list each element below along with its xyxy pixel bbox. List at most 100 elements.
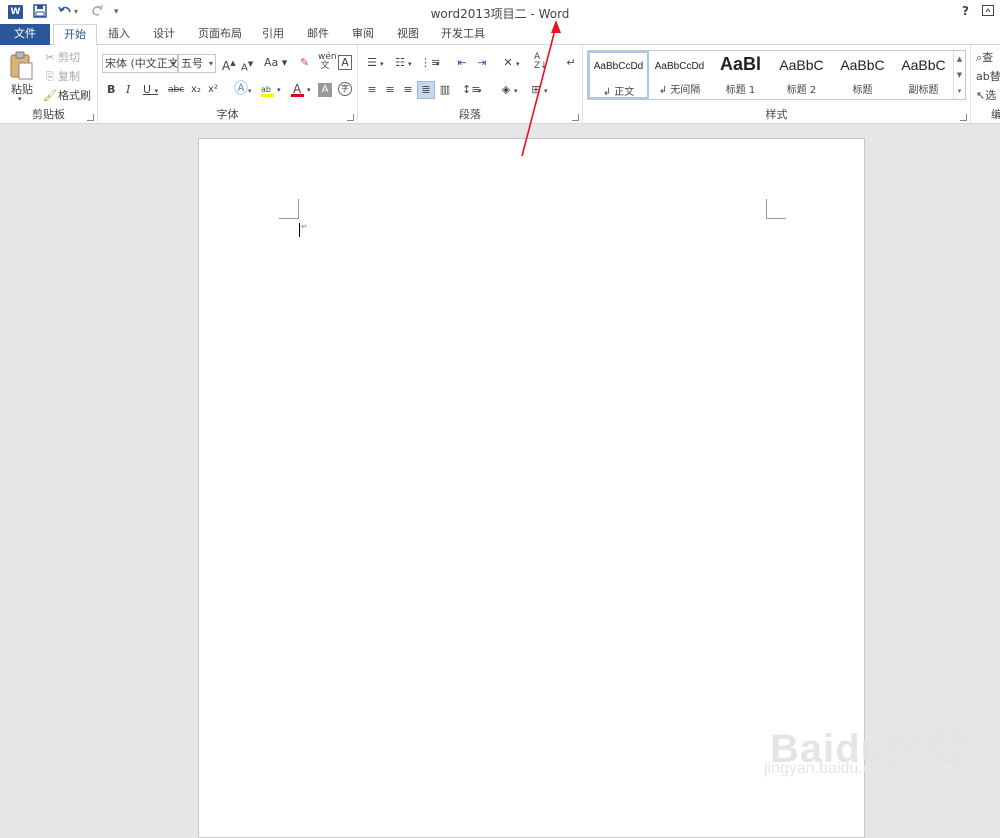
style-name: 副标题 bbox=[908, 85, 939, 96]
text-effects-button[interactable]: Ⓐ▾ bbox=[234, 81, 252, 97]
numbering-button[interactable]: ☷ ▾ bbox=[392, 55, 411, 71]
styles-gallery: AaBbCcDd ↲ 正文 AaBbCcDd ↲ 无间隔 AaBl 标题 1 A… bbox=[587, 50, 966, 100]
align-left-button[interactable]: ≡ bbox=[364, 82, 380, 98]
scroll-down-icon[interactable]: ▼ bbox=[954, 67, 965, 83]
increase-indent-button[interactable]: ⇥ bbox=[474, 55, 490, 71]
window-title: word2013项目二 - Word bbox=[430, 7, 570, 21]
subscript-button[interactable]: x₂ bbox=[191, 82, 201, 98]
clipboard-launcher-icon[interactable] bbox=[87, 114, 94, 121]
more-styles-icon[interactable]: ▾ bbox=[954, 83, 965, 99]
style-sample: AaBbC bbox=[840, 57, 885, 73]
decrease-indent-button[interactable]: ⇤ bbox=[454, 55, 470, 71]
find-button[interactable]: ⌕查 bbox=[976, 50, 993, 66]
align-right-button[interactable]: ≡ bbox=[400, 82, 416, 98]
borders-button[interactable]: ⊞ ▾ bbox=[528, 82, 547, 98]
align-center-button[interactable]: ≡ bbox=[382, 82, 398, 98]
style-heading-1[interactable]: AaBl 标题 1 bbox=[710, 51, 771, 99]
enclose-characters-icon: 字 bbox=[341, 84, 349, 93]
distributed-button[interactable]: ▥ bbox=[437, 82, 453, 98]
phonetic-guide-button[interactable]: wén 文 bbox=[318, 53, 337, 73]
strikethrough-button[interactable]: abc bbox=[168, 82, 184, 98]
style-no-spacing[interactable]: AaBbCcDd ↲ 无间隔 bbox=[649, 51, 710, 99]
change-case-button[interactable]: Aa ▾ bbox=[264, 55, 287, 71]
help-button[interactable]: ? bbox=[962, 4, 969, 18]
find-label: 查 bbox=[982, 51, 994, 64]
style-name: ↲ 正文 bbox=[602, 87, 635, 98]
character-shading-button[interactable]: A bbox=[318, 83, 332, 97]
paragraph-mark-icon: ↵ bbox=[566, 56, 576, 69]
tab-page-layout[interactable]: 页面布局 bbox=[192, 24, 248, 45]
style-name: 标题 1 bbox=[725, 85, 756, 96]
underline-label: U bbox=[143, 83, 152, 96]
character-shading-icon: A bbox=[321, 84, 329, 95]
font-group-label: 字体 bbox=[216, 108, 239, 121]
tab-mailings[interactable]: 邮件 bbox=[298, 24, 338, 45]
font-launcher-icon[interactable] bbox=[347, 114, 354, 121]
chevron-down-icon: ▾ bbox=[170, 59, 175, 68]
style-title[interactable]: AaBbC 标题 bbox=[832, 51, 893, 99]
tab-insert[interactable]: 插入 bbox=[100, 24, 138, 45]
bold-button[interactable]: B bbox=[107, 82, 115, 98]
font-name-value: 宋体 (中文正文 bbox=[105, 57, 178, 70]
ribbon-tabs: 文件 开始 插入 设计 页面布局 引用 邮件 审阅 视图 开发工具 bbox=[0, 24, 1000, 46]
chinese-layout-button[interactable]: ✕ ▾ bbox=[500, 55, 519, 71]
multilevel-list-button[interactable]: ⋮≡▾ bbox=[420, 55, 440, 71]
replace-label: 替 bbox=[989, 70, 1000, 83]
copy-icon: ⎘ bbox=[45, 70, 55, 83]
font-name-combo[interactable]: 宋体 (中文正文 ▾ bbox=[102, 54, 178, 73]
shading-button[interactable]: ◈ ▾ bbox=[498, 82, 518, 98]
justify-button[interactable]: ≣ bbox=[417, 81, 435, 99]
tab-home[interactable]: 开始 bbox=[53, 24, 97, 46]
text-cursor bbox=[299, 223, 300, 237]
underline-button[interactable]: U ▾ bbox=[143, 82, 158, 98]
line-spacing-icon: ↕≡ bbox=[462, 83, 481, 96]
justify-icon: ≣ bbox=[421, 83, 431, 96]
format-painter-button[interactable]: 🖌格式刷 bbox=[42, 88, 91, 104]
italic-button[interactable]: I bbox=[126, 82, 130, 98]
superscript-button[interactable]: x² bbox=[208, 82, 218, 98]
style-name: 标题 2 bbox=[786, 85, 817, 96]
shrink-font-button[interactable]: A▼ bbox=[241, 56, 253, 73]
grow-font-button[interactable]: A▲ bbox=[222, 55, 236, 73]
style-normal[interactable]: AaBbCcDd ↲ 正文 bbox=[588, 51, 649, 99]
clear-format-button[interactable]: ✎ bbox=[300, 55, 309, 71]
bullets-button[interactable]: ☰ ▾ bbox=[364, 55, 383, 71]
cut-button[interactable]: ✂ 剪切 bbox=[42, 50, 80, 66]
gallery-scroll[interactable]: ▲ ▼ ▾ bbox=[953, 51, 965, 99]
paint-bucket-icon: ◈ bbox=[501, 83, 511, 96]
restore-ribbon-icon[interactable] bbox=[982, 5, 994, 19]
tab-developer[interactable]: 开发工具 bbox=[434, 24, 492, 45]
editing-group: ⌕查 ab替 ↖选 编 bbox=[971, 45, 1000, 124]
paste-label: 粘贴 bbox=[11, 83, 33, 96]
style-subtitle[interactable]: AaBbC 副标题 bbox=[893, 51, 954, 99]
paste-button[interactable]: 粘贴 ▾ bbox=[8, 51, 36, 103]
sort-button[interactable]: A Z↓ bbox=[534, 53, 548, 73]
copy-button[interactable]: ⎘ 复制 bbox=[42, 69, 80, 85]
scroll-up-icon[interactable]: ▲ bbox=[954, 51, 965, 67]
font-color-icon: A bbox=[291, 82, 304, 97]
text-effects-icon: Ⓐ bbox=[234, 81, 248, 97]
styles-launcher-icon[interactable] bbox=[960, 114, 967, 121]
tab-design[interactable]: 设计 bbox=[144, 24, 184, 45]
enclose-characters-button[interactable]: 字 bbox=[338, 82, 352, 96]
select-button[interactable]: ↖选 bbox=[976, 88, 996, 104]
paragraph-launcher-icon[interactable] bbox=[572, 114, 579, 121]
line-spacing-button[interactable]: ↕≡▾ bbox=[462, 82, 482, 98]
styles-group-label: 样式 bbox=[765, 108, 788, 121]
tab-file[interactable]: 文件 bbox=[0, 24, 50, 45]
tab-references[interactable]: 引用 bbox=[254, 24, 292, 45]
replace-button[interactable]: ab替 bbox=[976, 69, 1000, 85]
highlight-button[interactable]: ab ▾ bbox=[260, 82, 281, 98]
paste-dropdown-icon: ▾ bbox=[18, 95, 22, 103]
distributed-icon: ▥ bbox=[439, 83, 451, 96]
character-border-button[interactable]: A bbox=[338, 55, 352, 70]
font-size-combo[interactable]: 五号 ▾ bbox=[178, 54, 216, 73]
show-marks-button[interactable]: ↵ bbox=[563, 55, 579, 71]
cut-label: 剪切 bbox=[58, 51, 80, 64]
paragraph-group-label: 段落 bbox=[459, 108, 481, 121]
style-heading-2[interactable]: AaBbC 标题 2 bbox=[771, 51, 832, 99]
font-color-button[interactable]: A ▾ bbox=[290, 82, 311, 98]
tab-view[interactable]: 视图 bbox=[388, 24, 428, 45]
change-case-icon: Aa bbox=[264, 56, 279, 69]
tab-review[interactable]: 审阅 bbox=[343, 24, 383, 45]
